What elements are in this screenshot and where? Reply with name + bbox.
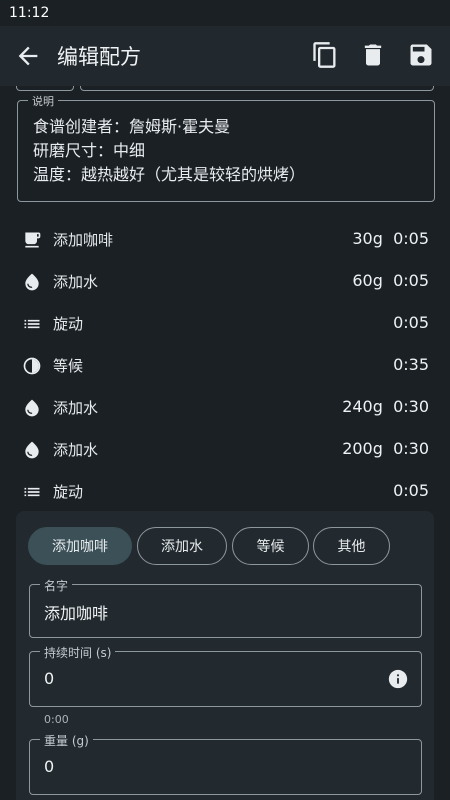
type-chip-other[interactable]: 其他 xyxy=(313,527,390,565)
page-title: 编辑配方 xyxy=(57,45,141,69)
list-icon xyxy=(22,314,42,334)
step-row[interactable]: 等候 0:35 xyxy=(0,345,450,387)
step-time: 0:35 xyxy=(393,355,429,374)
previous-field-right[interactable] xyxy=(80,86,434,91)
app-bar: 编辑配方 xyxy=(0,26,450,86)
description-line: 食谱创建者：詹姆斯·霍夫曼 xyxy=(33,117,231,136)
list-icon xyxy=(22,482,42,502)
step-values: 60g 0:05 xyxy=(352,271,429,290)
description-line: 温度：越热越好（尤其是较轻的烘烤） xyxy=(33,165,306,184)
step-name: 添加水 xyxy=(53,441,99,459)
status-bar: 11:12 xyxy=(0,0,450,26)
step-weight: 200g xyxy=(342,439,383,458)
step-values: 30g 0:05 xyxy=(352,229,429,248)
step-name: 添加水 xyxy=(53,399,99,417)
duration-helper-text: 0:00 xyxy=(44,713,69,726)
coffee-cup-icon xyxy=(22,230,42,250)
step-row[interactable]: 添加咖啡 30g 0:05 xyxy=(0,219,450,261)
duration-field[interactable]: 持续时间 (s) 0 xyxy=(29,644,422,707)
timer-icon xyxy=(22,356,42,376)
step-row[interactable]: 添加水 200g 0:30 xyxy=(0,429,450,471)
copy-icon[interactable] xyxy=(311,41,339,69)
step-name: 添加水 xyxy=(53,273,99,291)
weight-field-value: 0 xyxy=(44,757,55,776)
description-line: 研磨尺寸：中细 xyxy=(33,141,146,160)
step-weight: 30g xyxy=(352,229,383,248)
step-time: 0:05 xyxy=(393,229,429,248)
description-field[interactable]: 说明 食谱创建者：詹姆斯·霍夫曼 研磨尺寸：中细 温度：越热越好（尤其是较轻的烘… xyxy=(17,93,435,202)
water-drop-icon xyxy=(22,272,42,292)
name-field-label: 名字 xyxy=(40,577,73,594)
weight-field[interactable]: 重量 (g) 0 xyxy=(29,732,422,795)
step-editor-card: 添加咖啡 添加水 等候 其他 名字 添加咖啡 持续时间 (s) 0 0:00 重… xyxy=(16,511,434,800)
name-field-value: 添加咖啡 xyxy=(44,604,109,623)
previous-fields xyxy=(16,86,434,92)
description-label: 说明 xyxy=(28,93,58,109)
type-chip-wait[interactable]: 等候 xyxy=(232,527,309,565)
type-chip-add-water[interactable]: 添加水 xyxy=(137,527,227,565)
duration-field-value: 0 xyxy=(44,669,55,688)
step-time: 0:05 xyxy=(393,313,429,332)
step-values: 0:35 xyxy=(393,355,429,374)
step-row[interactable]: 旋动 0:05 xyxy=(0,303,450,345)
step-values: 0:05 xyxy=(393,481,429,500)
step-values: 0:05 xyxy=(393,313,429,332)
step-row[interactable]: 添加水 60g 0:05 xyxy=(0,261,450,303)
step-time: 0:05 xyxy=(393,481,429,500)
previous-field-left[interactable] xyxy=(16,86,74,91)
back-arrow-icon[interactable] xyxy=(14,42,42,70)
step-row[interactable]: 旋动 0:05 xyxy=(0,471,450,513)
step-time: 0:30 xyxy=(393,439,429,458)
delete-icon[interactable] xyxy=(359,41,387,69)
weight-field-label: 重量 (g) xyxy=(40,732,93,749)
description-text: 食谱创建者：詹姆斯·霍夫曼 研磨尺寸：中细 温度：越热越好（尤其是较轻的烘烤） xyxy=(33,115,305,187)
step-values: 200g 0:30 xyxy=(342,439,429,458)
step-name: 添加咖啡 xyxy=(53,231,114,249)
name-field[interactable]: 名字 添加咖啡 xyxy=(29,577,422,638)
type-chip-add-coffee[interactable]: 添加咖啡 xyxy=(28,527,132,565)
status-time: 11:12 xyxy=(9,5,50,21)
step-weight: 60g xyxy=(352,271,383,290)
water-drop-icon xyxy=(22,440,42,460)
step-name: 旋动 xyxy=(53,315,84,333)
save-icon[interactable] xyxy=(407,41,435,69)
step-time: 0:30 xyxy=(393,397,429,416)
step-list: 添加咖啡 30g 0:05 添加水 60g 0:05 旋动 0:05 等候 0:… xyxy=(0,219,450,513)
info-icon[interactable] xyxy=(387,668,409,690)
step-name: 等候 xyxy=(53,357,84,375)
water-drop-icon xyxy=(22,398,42,418)
step-time: 0:05 xyxy=(393,271,429,290)
step-row[interactable]: 添加水 240g 0:30 xyxy=(0,387,450,429)
step-weight: 240g xyxy=(342,397,383,416)
duration-field-label: 持续时间 (s) xyxy=(40,644,116,661)
step-name: 旋动 xyxy=(53,483,84,501)
step-values: 240g 0:30 xyxy=(342,397,429,416)
scroll-content[interactable]: 说明 食谱创建者：詹姆斯·霍夫曼 研磨尺寸：中细 温度：越热越好（尤其是较轻的烘… xyxy=(0,86,450,800)
